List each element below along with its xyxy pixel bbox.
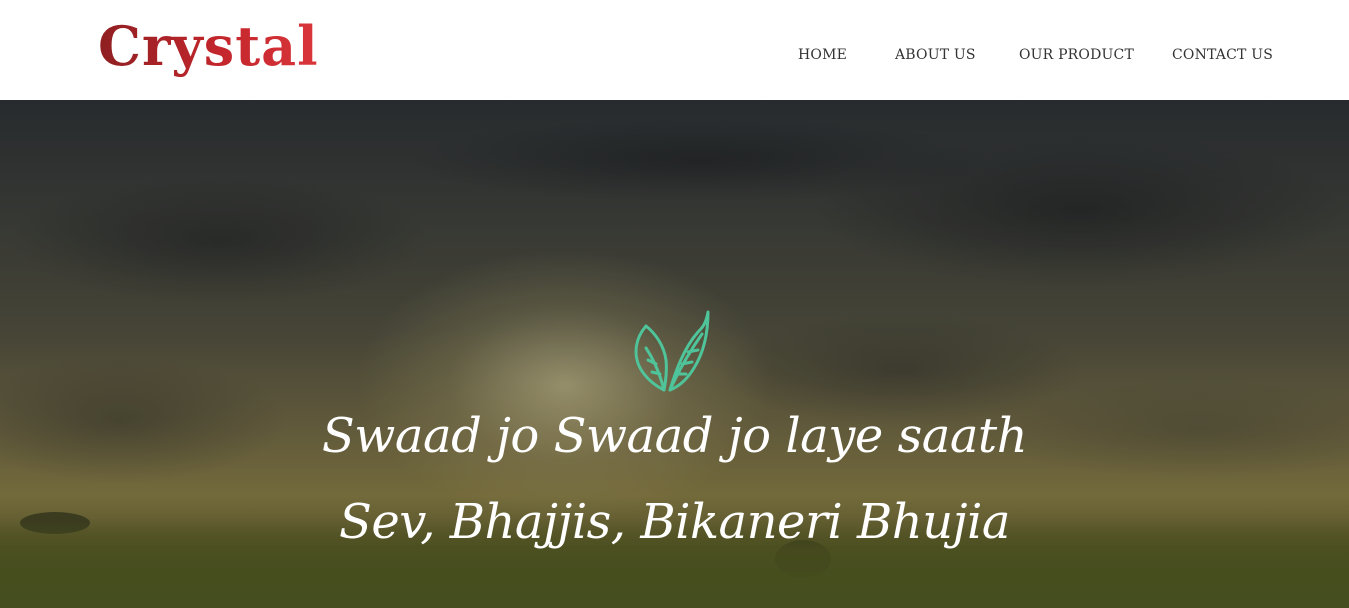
site-header: Crystal HOME ABOUT US OUR PRODUCT CONTAC… — [0, 0, 1349, 100]
nav-home-link[interactable]: HOME — [798, 44, 847, 66]
nav-about-link[interactable]: ABOUT US — [895, 44, 976, 66]
hero-tagline-line1: Swaad jo Swaad jo laye saath — [321, 408, 1028, 464]
leaf-icon — [634, 310, 710, 392]
nav-contact-link[interactable]: CONTACT US — [1172, 44, 1273, 66]
main-nav: HOME ABOUT US OUR PRODUCT CONTACT US — [0, 0, 1349, 100]
hero-banner: Swaad jo Swaad jo laye saath Sev, Bhajji… — [0, 100, 1349, 608]
nav-product-link[interactable]: OUR PRODUCT — [1019, 44, 1134, 66]
hero-tagline-line2: Sev, Bhajjis, Bikaneri Bhujia — [339, 494, 1010, 550]
